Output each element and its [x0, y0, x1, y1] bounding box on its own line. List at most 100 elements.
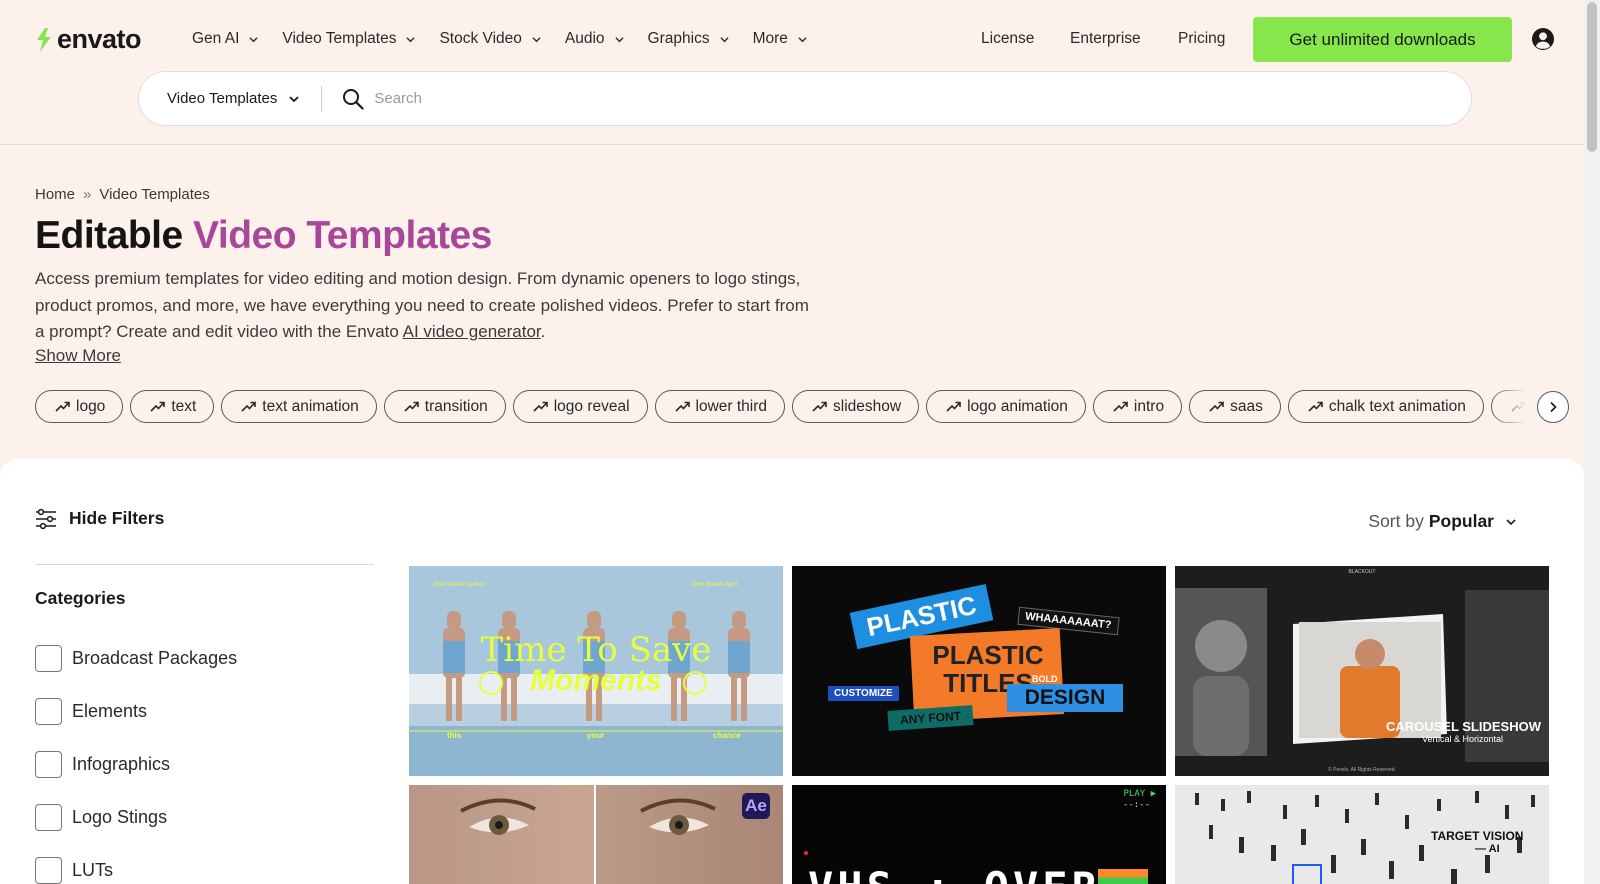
categories-list: Broadcast Packages Elements Infographics… — [35, 632, 237, 884]
search-category-label: Video Templates — [167, 90, 278, 107]
nav-label: Graphics — [647, 30, 710, 47]
tag-label: logo animation — [967, 397, 1068, 415]
nav-label: Audio — [564, 30, 605, 47]
envato-leaf-icon — [37, 27, 51, 52]
vhs-play-label: PLAY ▶ — [1123, 789, 1156, 799]
nav-label: Gen AI — [192, 30, 240, 47]
pricing-link[interactable]: Pricing — [1178, 30, 1225, 48]
sticker-bold: BOLD — [1032, 674, 1058, 684]
trending-up-icon — [404, 401, 419, 412]
tag-logo[interactable]: logo — [35, 390, 124, 423]
tag-logo-reveal[interactable]: logo reveal — [512, 390, 648, 423]
carousel-scene-illustration — [1175, 588, 1549, 762]
show-more-link[interactable]: Show More — [35, 346, 121, 366]
tag-slideshow[interactable]: slideshow — [792, 390, 920, 423]
categories-heading: Categories — [35, 588, 126, 608]
trending-up-icon — [946, 401, 961, 412]
nav-video-templates[interactable]: Video Templates — [282, 30, 416, 48]
tag-lower-third[interactable]: lower third — [654, 390, 786, 423]
category-checkbox[interactable] — [35, 857, 62, 884]
trending-up-icon — [1308, 401, 1323, 412]
search-category-dropdown[interactable]: Video Templates — [167, 90, 299, 107]
filter-sliders-icon — [36, 508, 56, 529]
template-thumbnail[interactable]: PLAY ▶ --:-- VHS : OVER — [792, 785, 1166, 884]
sort-dropdown[interactable]: Sort by Popular — [1368, 511, 1516, 532]
category-label: Broadcast Packages — [72, 648, 238, 668]
nav-graphics[interactable]: Graphics — [648, 30, 729, 48]
template-thumbnail[interactable]: PLASTIC WHAAAAAAAT? PLASTIC TITLES BOLD … — [792, 566, 1166, 776]
license-link[interactable]: License — [981, 30, 1034, 48]
thumbnail-top-right-text: John Wilson April — [691, 582, 738, 588]
trending-up-icon — [674, 401, 690, 412]
search-bar: Video Templates — [138, 71, 1472, 126]
vhs-record-dot — [804, 851, 808, 855]
nav-audio[interactable]: Audio — [565, 30, 624, 48]
category-checkbox[interactable] — [35, 645, 62, 672]
template-thumbnail[interactable]: 2024 David Carlson John Wilson April Tim… — [409, 566, 783, 776]
trending-up-icon — [55, 401, 70, 412]
category-infographics[interactable]: Infographics — [35, 738, 237, 791]
tag-saas[interactable]: saas — [1189, 390, 1281, 423]
tags-scroll-right-button[interactable] — [1537, 391, 1569, 423]
thumbnail-subtitle: Vertical & Horizontal — [1421, 734, 1503, 744]
chevron-down-icon — [719, 36, 729, 42]
hide-filters-label: Hide Filters — [69, 508, 165, 528]
tag-chalk-text-animation[interactable]: chalk text animation — [1287, 390, 1484, 423]
template-thumbnail[interactable]: TARGET VISION — AI — [1175, 785, 1549, 884]
category-logo-stings[interactable]: Logo Stings — [35, 791, 237, 844]
tag-label: intro — [1133, 397, 1165, 415]
category-label: Infographics — [72, 754, 171, 774]
sort-value: Popular — [1428, 511, 1494, 531]
breadcrumb-home[interactable]: Home — [35, 186, 75, 203]
tag-logo-animation[interactable]: logo animation — [926, 390, 1086, 423]
chevron-down-icon — [532, 36, 541, 42]
tag-label: lower third — [695, 397, 768, 415]
nav-more[interactable]: More — [753, 30, 807, 48]
trending-up-icon — [533, 401, 548, 412]
category-broadcast-packages[interactable]: Broadcast Packages — [35, 632, 237, 685]
search-icon[interactable] — [342, 88, 364, 110]
tag-label: slideshow — [833, 397, 902, 415]
thumbnail-bottom-word: chance — [713, 731, 741, 740]
category-label: Elements — [72, 701, 148, 721]
scrollbar-thumb[interactable] — [1587, 2, 1597, 152]
tag-text[interactable]: text — [130, 390, 215, 423]
tag-text-animation[interactable]: text animation — [221, 390, 377, 423]
tag-label: chalk text animation — [1328, 397, 1466, 415]
category-checkbox[interactable] — [35, 804, 62, 831]
nav-stock-video[interactable]: Stock Video — [439, 30, 541, 48]
eyes-closeup-illustration — [460, 798, 716, 835]
account-icon[interactable] — [1531, 27, 1555, 51]
trending-up-icon — [1209, 401, 1224, 412]
trending-up-icon — [241, 401, 257, 412]
chevron-down-icon — [249, 36, 259, 42]
category-checkbox[interactable] — [35, 751, 62, 778]
category-label: Logo Stings — [72, 807, 168, 827]
hide-filters-button[interactable]: Hide Filters — [35, 508, 164, 529]
sticker-design: DESIGN — [1007, 684, 1123, 712]
sticker-customize: CUSTOMIZE — [828, 686, 899, 701]
filters-divider — [35, 564, 374, 565]
category-elements[interactable]: Elements — [35, 685, 237, 738]
template-thumbnail[interactable]: BLACKOUT CAROUSEL SLIDESHOW Vertical & H… — [1175, 566, 1549, 776]
get-unlimited-downloads-button[interactable]: Get unlimited downloads — [1253, 17, 1512, 62]
nav-gen-ai[interactable]: Gen AI — [192, 30, 259, 48]
tag-intro[interactable]: intro — [1092, 390, 1183, 423]
page-description: Access premium templates for video editi… — [35, 266, 815, 346]
tag-transition[interactable]: transition — [383, 390, 506, 423]
enterprise-link[interactable]: Enterprise — [1070, 30, 1141, 48]
search-input[interactable] — [374, 90, 1375, 107]
page-title-accent: Video Templates — [193, 214, 492, 257]
template-thumbnail[interactable]: Ae — [409, 785, 783, 884]
category-luts[interactable]: LUTs — [35, 844, 237, 884]
category-checkbox[interactable] — [35, 698, 62, 725]
breadcrumb-separator: » — [83, 186, 92, 203]
trending-up-icon — [150, 401, 166, 412]
ai-video-generator-link[interactable]: AI video generator — [403, 322, 541, 341]
trending-up-icon — [812, 401, 827, 412]
trending-up-icon — [1113, 401, 1128, 412]
envato-logo[interactable]: envato — [34, 24, 142, 55]
tag-label: text — [171, 397, 197, 415]
chevron-right-icon — [1550, 401, 1557, 413]
thumbnail-subtitle: — AI — [1475, 843, 1500, 855]
